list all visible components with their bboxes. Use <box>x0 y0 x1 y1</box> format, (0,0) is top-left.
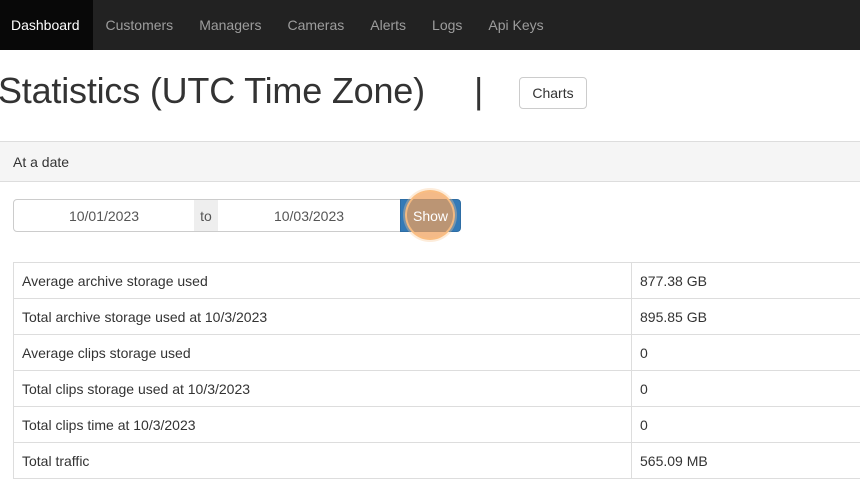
stat-value: 877.38 GB <box>631 262 860 299</box>
stat-label: Total traffic <box>13 442 632 479</box>
top-navbar: Dashboard Customers Managers Cameras Ale… <box>0 0 860 50</box>
stat-label: Total archive storage used at 10/3/2023 <box>13 298 632 335</box>
table-row: Average archive storage used 877.38 GB <box>13 262 860 299</box>
nav-item-api-keys[interactable]: Api Keys <box>475 0 556 50</box>
stat-label: Average archive storage used <box>13 262 632 299</box>
stat-value: 0 <box>631 334 860 371</box>
date-to-input[interactable] <box>218 199 401 232</box>
stat-label: Total clips storage used at 10/3/2023 <box>13 370 632 407</box>
nav-item-customers[interactable]: Customers <box>93 0 187 50</box>
stat-value: 565.09 MB <box>631 442 860 479</box>
table-row: Total clips time at 10/3/2023 0 <box>13 406 860 443</box>
nav-item-dashboard[interactable]: Dashboard <box>0 0 93 50</box>
click-indicator <box>405 190 455 240</box>
stats-table: Average archive storage used 877.38 GB T… <box>13 262 860 479</box>
page-title: Statistics (UTC Time Zone) <box>0 70 425 111</box>
charts-button[interactable]: Charts <box>519 77 587 109</box>
date-from-input[interactable] <box>13 199 195 232</box>
stat-label: Average clips storage used <box>13 334 632 371</box>
nav-item-alerts[interactable]: Alerts <box>357 0 419 50</box>
nav-item-managers[interactable]: Managers <box>186 0 274 50</box>
panel-heading: At a date <box>0 141 860 182</box>
table-row: Average clips storage used 0 <box>13 334 860 371</box>
table-row: Total clips storage used at 10/3/2023 0 <box>13 370 860 407</box>
title-separator: | <box>474 70 484 111</box>
stat-label: Total clips time at 10/3/2023 <box>13 406 632 443</box>
table-row: Total traffic 565.09 MB <box>13 442 860 479</box>
table-row: Total archive storage used at 10/3/2023 … <box>13 298 860 335</box>
stat-value: 0 <box>631 406 860 443</box>
date-range-separator: to <box>194 199 219 232</box>
nav-item-cameras[interactable]: Cameras <box>274 0 357 50</box>
stat-value: 895.85 GB <box>631 298 860 335</box>
stat-value: 0 <box>631 370 860 407</box>
nav-item-logs[interactable]: Logs <box>419 0 475 50</box>
